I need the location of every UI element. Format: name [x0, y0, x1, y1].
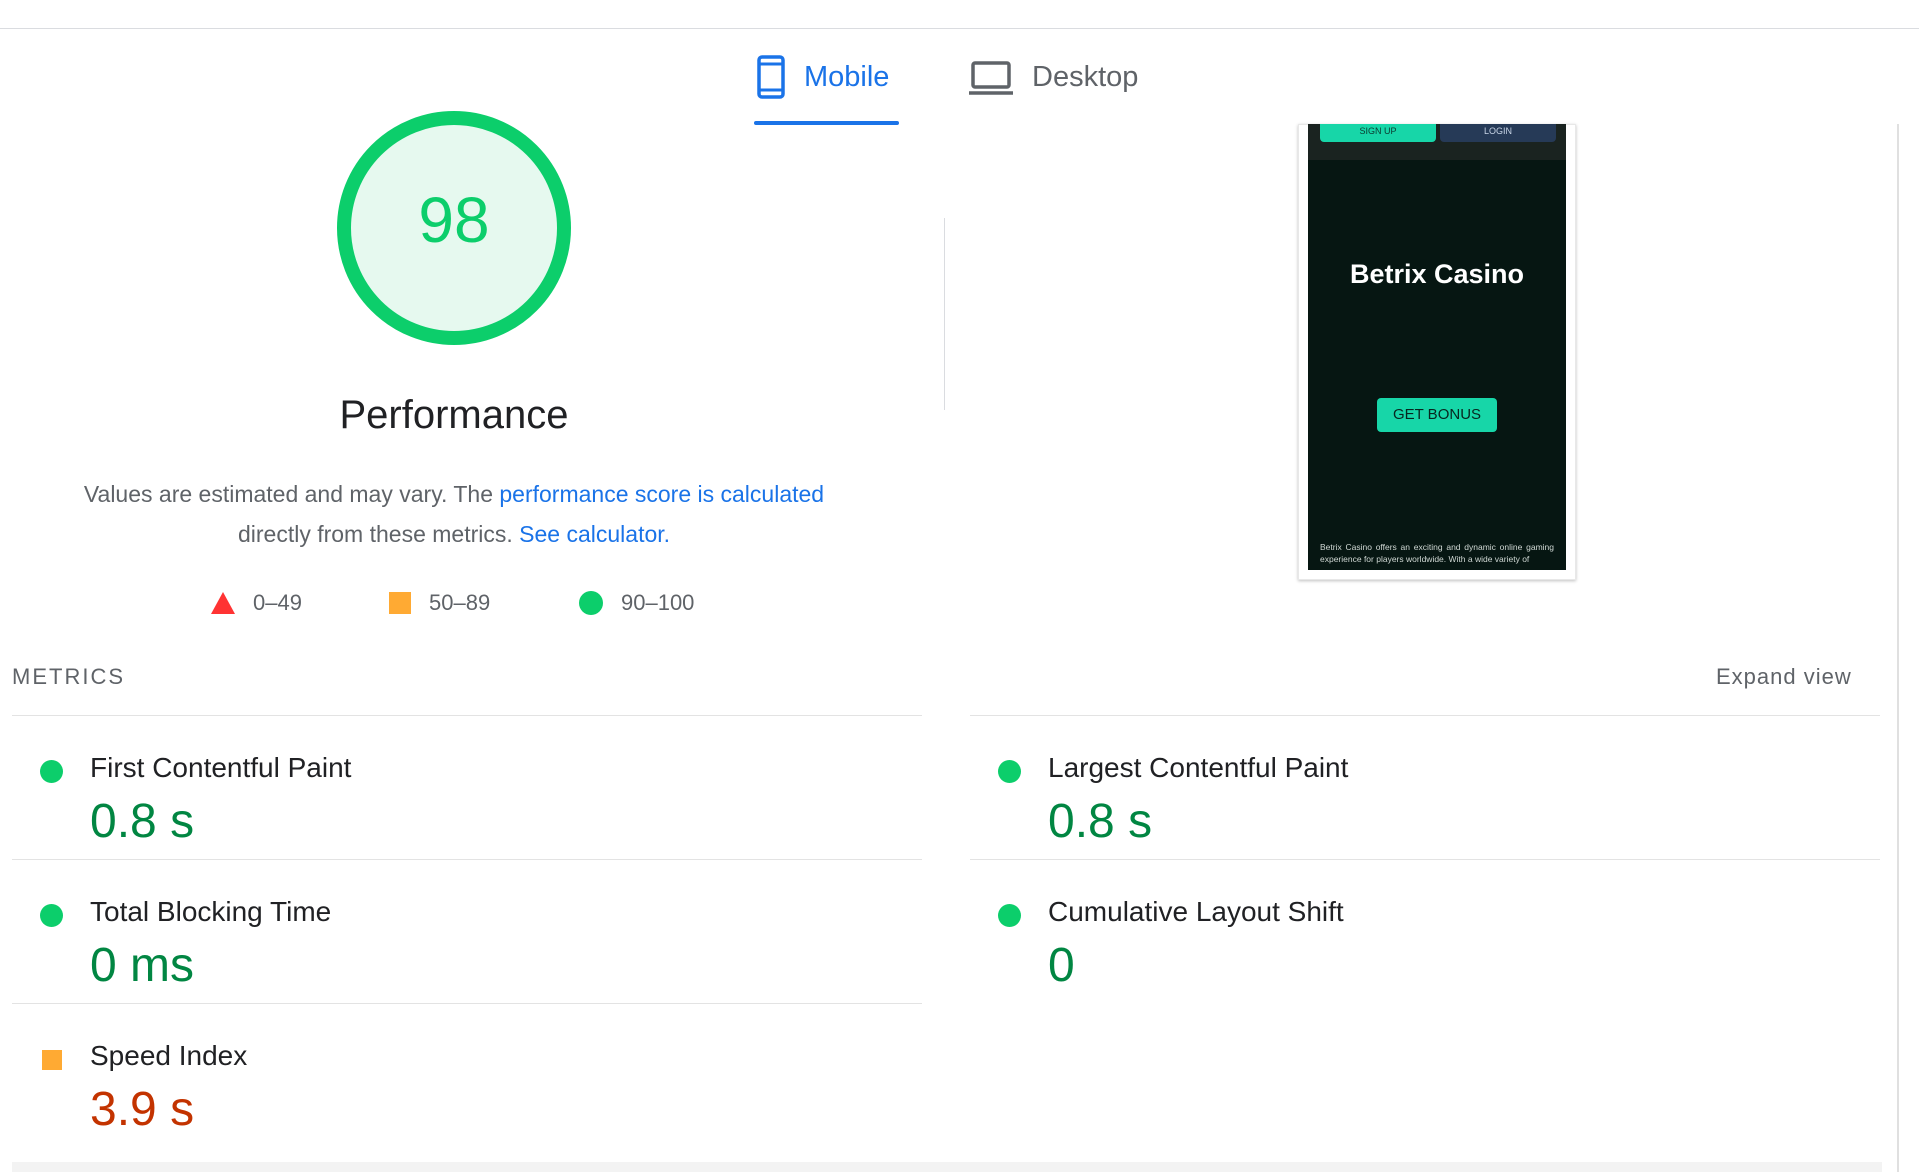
- see-calculator-link[interactable]: See calculator.: [519, 521, 670, 547]
- tab-mobile-label: Mobile: [804, 61, 890, 93]
- metric-value: 0: [1048, 939, 1075, 992]
- score-value: 98: [418, 184, 490, 256]
- section-divider: [944, 218, 945, 410]
- metric-title: Cumulative Layout Shift: [1048, 896, 1344, 927]
- description-text: Values are estimated and may vary. The: [83, 481, 500, 507]
- metrics-divider: [12, 1003, 922, 1004]
- screenshot-login-button: LOGIN: [1440, 124, 1556, 142]
- expand-view-toggle[interactable]: Expand view: [1716, 664, 1852, 690]
- score-calculated-link[interactable]: performance score is calculated: [499, 481, 824, 507]
- average-square-icon: [42, 1050, 62, 1070]
- triangle-icon: [211, 592, 235, 614]
- metric-title: First Contentful Paint: [90, 752, 352, 783]
- metric-value: 0.8 s: [1048, 795, 1153, 848]
- screenshot-cta-button: GET BONUS: [1377, 398, 1497, 432]
- active-tab-indicator: [754, 121, 899, 125]
- screenshot-header: SIGN UP LOGIN: [1308, 124, 1566, 160]
- page-screenshot[interactable]: SIGN UP LOGIN Betrix Casino GET BONUS Be…: [1308, 124, 1566, 570]
- pass-circle-icon: [40, 904, 63, 927]
- pass-circle-icon: [998, 904, 1021, 927]
- laptop-icon: [968, 55, 1014, 104]
- tab-mobile[interactable]: Mobile: [756, 55, 889, 125]
- square-icon: [389, 592, 411, 614]
- metric-speed-index: Speed Index 3.9 s: [12, 1028, 912, 1168]
- screenshot-body-text: Betrix Casino offers an exciting and dyn…: [1320, 542, 1554, 564]
- metrics-divider: [12, 859, 922, 860]
- pass-circle-icon: [40, 760, 63, 783]
- top-divider: [0, 28, 1919, 29]
- tab-desktop-label: Desktop: [1032, 61, 1139, 93]
- legend-range: 50–89: [429, 590, 491, 615]
- metric-value: 0 ms: [90, 939, 195, 992]
- legend-average: 50–89: [389, 590, 490, 616]
- metric-title: Total Blocking Time: [90, 896, 332, 927]
- performance-description: Values are estimated and may vary. The p…: [40, 474, 868, 554]
- metric-value: 3.9 s: [90, 1083, 195, 1136]
- legend-fail: 0–49: [211, 590, 302, 616]
- metric-title: Speed Index: [90, 1040, 248, 1071]
- circle-icon: [579, 591, 603, 615]
- metric-title: Largest Contentful Paint: [1048, 752, 1349, 783]
- metrics-divider: [970, 715, 1880, 716]
- metrics-divider: [970, 859, 1880, 860]
- screenshot-signup-button: SIGN UP: [1320, 124, 1436, 142]
- metric-cumulative-layout-shift: Cumulative Layout Shift 0: [970, 884, 1870, 1024]
- vertical-scrollbar[interactable]: [1897, 124, 1899, 1172]
- legend-pass: 90–100: [579, 590, 694, 616]
- screenshot-title: Betrix Casino: [1349, 259, 1525, 289]
- smartphone-icon: [756, 55, 786, 104]
- legend-range: 0–49: [253, 590, 302, 615]
- metrics-heading: METRICS: [12, 664, 125, 689]
- legend-range: 90–100: [621, 590, 695, 615]
- description-text-2: directly from these metrics.: [237, 521, 520, 547]
- tab-desktop[interactable]: Desktop: [968, 55, 1138, 125]
- metric-value: 0.8 s: [90, 795, 195, 848]
- section-footer-divider: [12, 1162, 1882, 1172]
- performance-title: Performance: [339, 393, 569, 437]
- metrics-divider: [12, 715, 922, 716]
- pass-circle-icon: [998, 760, 1021, 783]
